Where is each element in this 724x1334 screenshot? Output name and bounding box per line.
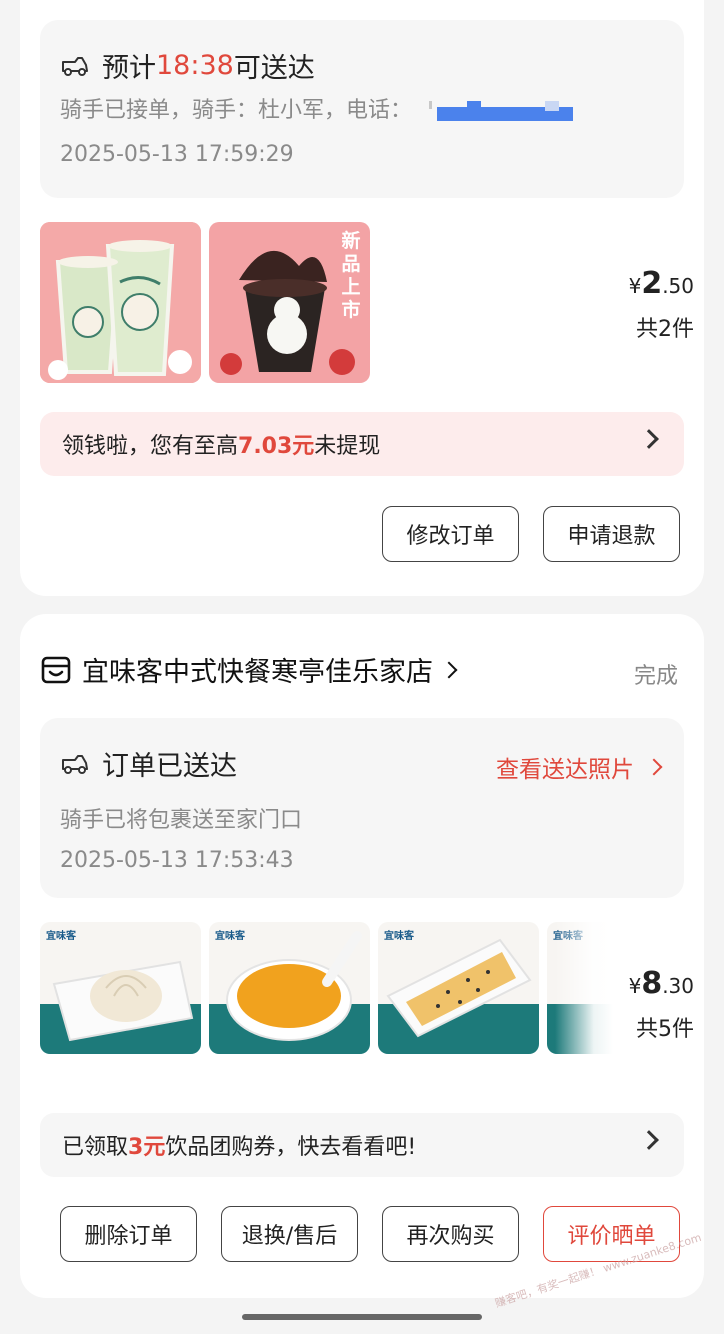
product-thumb-corn-soup[interactable]: 宜味客 bbox=[209, 922, 370, 1054]
home-indicator[interactable] bbox=[242, 1314, 482, 1320]
product-thumb-pancake[interactable]: 宜味客 bbox=[378, 922, 539, 1054]
coupon-promo-banner[interactable]: 已领取 3元 饮品团购券，快去看看吧! bbox=[40, 1113, 684, 1177]
order-status-label: 完成 bbox=[633, 664, 678, 689]
photo-link-label: 查看送达照片 bbox=[496, 757, 634, 783]
chevron-right-icon bbox=[645, 758, 663, 776]
eta-line: 预计 18:38 可送达 bbox=[60, 46, 315, 85]
price-integer: 8 bbox=[641, 966, 663, 1001]
delivered-desc: 骑手已将包裹送至家门口 bbox=[60, 808, 303, 833]
rebuy-button[interactable]: 再次购买 bbox=[382, 1206, 519, 1262]
xiaolongbao-image bbox=[52, 960, 194, 1042]
delete-order-button[interactable]: 删除订单 bbox=[60, 1206, 197, 1262]
product-thumb-xiaolongbao[interactable]: 宜味客 bbox=[40, 922, 201, 1054]
item-count: 共2件 bbox=[636, 317, 694, 342]
promo-suffix: 未提现 bbox=[314, 434, 381, 459]
delivered-title: 订单已送达 bbox=[102, 751, 237, 782]
delivered-line: 订单已送达 bbox=[60, 744, 237, 783]
promo-prefix: 领钱啦，您有至高 bbox=[62, 434, 239, 459]
drink-cups-image bbox=[40, 222, 201, 383]
chevron-right-icon bbox=[639, 429, 659, 449]
price-integer: 2 bbox=[641, 266, 663, 301]
promo-suffix: 饮品团购券，快去看看吧! bbox=[165, 1135, 417, 1160]
view-delivery-photo-link[interactable]: 查看送达照片 bbox=[496, 750, 663, 784]
promo-amount: 7.03元 bbox=[238, 434, 315, 459]
shop-name: 宜味客中式快餐寒亭佳乐家店 bbox=[82, 657, 433, 688]
promo-prefix: 已领取 bbox=[62, 1135, 129, 1160]
cashback-promo-banner[interactable]: 领钱啦，您有至高 7.03元 未提现 bbox=[40, 412, 684, 476]
order-price: ¥2.50 共2件 bbox=[629, 266, 694, 343]
item-count: 共5件 bbox=[636, 1017, 694, 1042]
order-timestamp: 2025-05-13 17:59:29 bbox=[60, 142, 294, 167]
promo-amount: 3元 bbox=[128, 1135, 166, 1160]
corn-soup-image bbox=[226, 931, 362, 1041]
rider-info: 骑手已接单，骑手：杜小军，电话： bbox=[60, 92, 574, 124]
currency-symbol: ¥ bbox=[628, 274, 642, 298]
eta-time: 18:38 bbox=[156, 50, 234, 81]
shop-icon bbox=[41, 656, 71, 683]
price-decimal: .30 bbox=[662, 974, 694, 998]
eta-prefix: 预计 bbox=[102, 53, 156, 84]
delivery-scooter-icon bbox=[62, 754, 88, 774]
chevron-right-icon bbox=[440, 661, 458, 678]
chevron-right-icon bbox=[639, 1130, 659, 1150]
redacted-phone bbox=[429, 101, 574, 121]
rider-text: 骑手已接单，骑手：杜小军，电话： bbox=[60, 98, 413, 123]
new-product-tag: 新品上市 bbox=[341, 230, 361, 321]
product-thumb-drinks[interactable] bbox=[40, 222, 201, 383]
pancake-image bbox=[386, 938, 532, 1038]
delivery-status-box[interactable]: 订单已送达 查看送达照片 骑手已将包裹送至家门口 2025-05-13 17:5… bbox=[40, 718, 684, 898]
order-card-2: 宜味客中式快餐寒亭佳乐家店 完成 订单已送达 查看送达照片 骑手已将包裹送至家门… bbox=[20, 614, 704, 1298]
price-decimal: .50 bbox=[662, 274, 694, 298]
delivery-status-box[interactable]: 预计 18:38 可送达 骑手已接单，骑手：杜小军，电话： 2025-05-13 1… bbox=[40, 20, 684, 198]
currency-symbol: ¥ bbox=[628, 974, 642, 998]
modify-order-button[interactable]: 修改订单 bbox=[382, 506, 519, 562]
request-refund-button[interactable]: 申请退款 bbox=[543, 506, 680, 562]
product-thumb-sundae[interactable]: 新品上市 bbox=[209, 222, 370, 383]
order-price: ¥8.30 共5件 bbox=[629, 966, 694, 1043]
eta-suffix: 可送达 bbox=[233, 53, 315, 84]
delivery-scooter-icon bbox=[62, 56, 88, 76]
after-sale-button[interactable]: 退换/售后 bbox=[221, 1206, 358, 1262]
shop-header[interactable]: 宜味客中式快餐寒亭佳乐家店 bbox=[40, 650, 458, 689]
order-timestamp: 2025-05-13 17:53:43 bbox=[60, 848, 294, 873]
order-card-1: 预计 18:38 可送达 骑手已接单，骑手：杜小军，电话： 2025-05-13 1… bbox=[20, 0, 704, 596]
